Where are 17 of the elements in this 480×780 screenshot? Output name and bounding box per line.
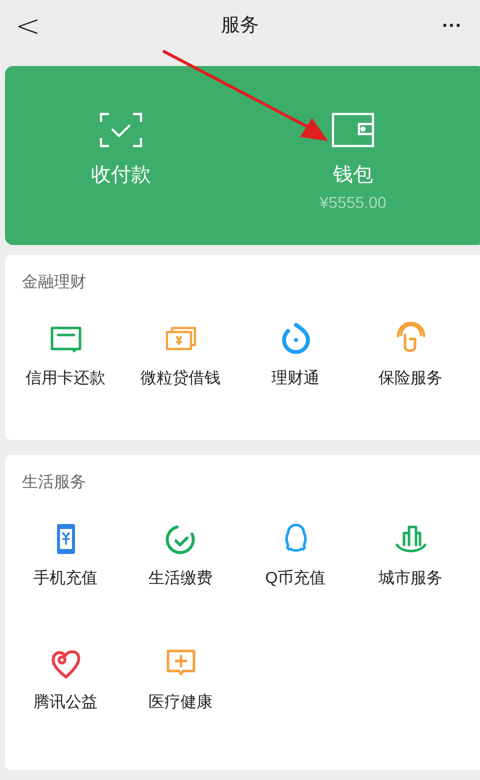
service-item[interactable]: 理财通 bbox=[238, 305, 353, 395]
section-title: 金融理财 bbox=[22, 274, 86, 291]
service-item[interactable]: 手机充值 bbox=[8, 505, 123, 595]
service-item[interactable]: 城市服务 bbox=[353, 505, 468, 595]
service-item[interactable]: 信用卡还款 bbox=[8, 305, 123, 395]
wallet-icon bbox=[331, 112, 375, 148]
service-item[interactable]: 微粒贷借钱 bbox=[123, 305, 238, 395]
service-item[interactable]: 医疗健康 bbox=[123, 629, 238, 719]
back-button[interactable]: < bbox=[12, 4, 44, 48]
service-item[interactable]: 保险服务 bbox=[353, 305, 468, 395]
service-item[interactable]: 腾讯公益 bbox=[8, 629, 123, 719]
section-title: 生活服务 bbox=[22, 474, 86, 491]
more-button[interactable]: ··· bbox=[436, 11, 468, 41]
service-item[interactable]: Q币充值 bbox=[238, 505, 353, 595]
service-item[interactable]: 生活缴费 bbox=[123, 505, 238, 595]
scan-check-icon bbox=[99, 112, 143, 148]
page-title: 服务 bbox=[221, 14, 259, 38]
